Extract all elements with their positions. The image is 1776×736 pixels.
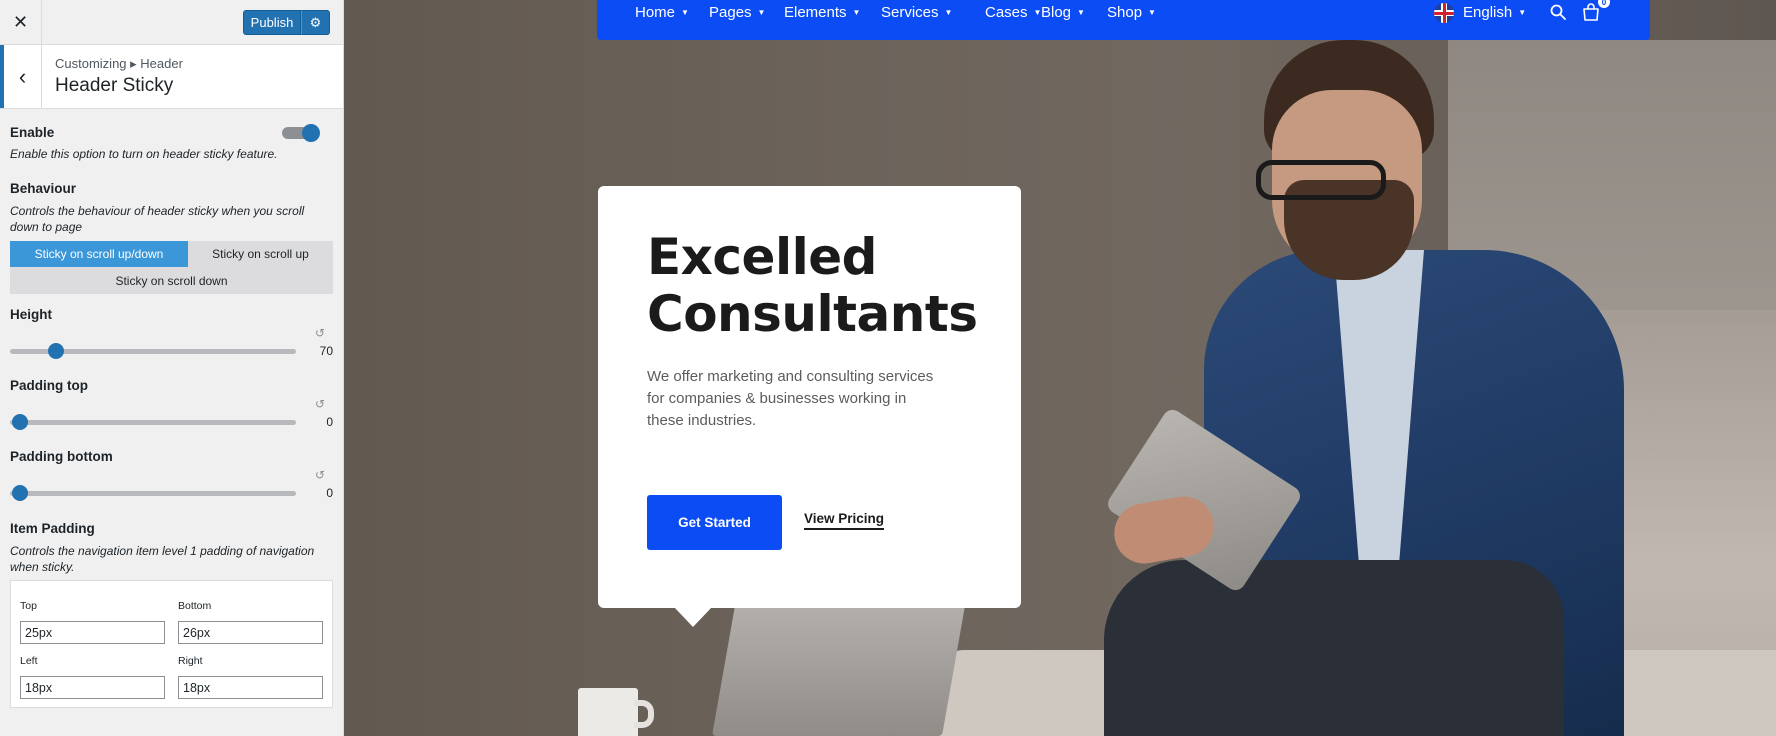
behaviour-label: Behaviour [10, 181, 77, 196]
uk-flag-icon[interactable] [1434, 3, 1454, 23]
slider-thumb[interactable] [48, 343, 64, 359]
caret-down-icon: ▼ [852, 8, 861, 17]
padding-top-reset-icon[interactable]: ↺ [315, 397, 325, 411]
language-label: English [1463, 4, 1513, 21]
behaviour-option-scroll-down[interactable]: Sticky on scroll down [10, 268, 333, 294]
close-icon[interactable]: ✕ [0, 0, 42, 45]
background-laptop [712, 600, 966, 736]
height-reset-icon[interactable]: ↺ [315, 326, 325, 340]
item-padding-top-input[interactable] [20, 621, 165, 644]
site-preview: Home ▼ Pages ▼ Elements ▼ Services ▼ Cases ▼ … [344, 0, 1776, 736]
hero-card: Excelled Consultants We offer marketing … [598, 186, 1021, 608]
background-mug [578, 688, 638, 736]
padding-top-slider[interactable] [10, 414, 296, 430]
padding-bottom-value: 0 [326, 486, 333, 500]
nav-item-label: Pages [709, 4, 752, 21]
customizer-sidebar: ✕ Publish ⚙ ‹ Customizing ▸ Header Heade… [0, 0, 344, 736]
toggle-knob [302, 124, 320, 142]
language-switcher[interactable]: English ▼ [1463, 4, 1526, 21]
caret-down-icon: ▼ [944, 8, 953, 17]
nav-item-shop[interactable]: Shop ▼ [1107, 4, 1156, 21]
behaviour-option-scroll-up[interactable]: Sticky on scroll up [188, 241, 333, 267]
hero-title: Excelled Consultants [647, 229, 1007, 343]
view-pricing-link[interactable]: View Pricing [804, 511, 885, 530]
get-started-button[interactable]: Get Started [647, 495, 782, 550]
slider-rail [10, 420, 296, 425]
padding-bottom-label: Padding bottom [10, 449, 113, 464]
height-slider[interactable] [10, 343, 296, 359]
hero-title-line-1: Excelled [647, 228, 877, 286]
section-header: ‹ Customizing ▸ Header Header Sticky [0, 45, 343, 109]
nav-item-elements[interactable]: Elements ▼ [784, 4, 860, 21]
nav-item-label: Blog [1041, 4, 1072, 21]
item-padding-left-input[interactable] [20, 676, 165, 699]
item-padding-right-input[interactable] [178, 676, 323, 699]
publish-button[interactable]: Publish [243, 10, 301, 35]
hero-title-line-2: Consultants [647, 285, 978, 343]
hero-card-pointer [674, 607, 712, 627]
item-padding-bottom-input[interactable] [178, 621, 323, 644]
man-glasses [1256, 160, 1386, 200]
slider-rail [10, 491, 296, 496]
behaviour-description: Controls the behaviour of header sticky … [10, 204, 305, 234]
caret-down-icon: ▼ [1518, 8, 1527, 17]
caret-down-icon: ▼ [681, 8, 689, 17]
padding-top-value: 0 [326, 415, 333, 429]
behaviour-segmented-control: Sticky on scroll up/down Sticky on scrol… [10, 241, 333, 294]
caret-down-icon: ▼ [1148, 8, 1156, 17]
cart-count-badge: 0 [1598, 0, 1610, 8]
padding-top-field-label: Top [20, 600, 37, 612]
height-label: Height [10, 307, 52, 322]
nav-item-pages[interactable]: Pages ▼ [709, 4, 765, 21]
nav-item-blog[interactable]: Blog ▼ [1041, 4, 1085, 21]
enable-label: Enable [10, 125, 55, 140]
customizer-header: ✕ Publish ⚙ [0, 0, 343, 45]
behaviour-option-scroll-up-down[interactable]: Sticky on scroll up/down [10, 241, 188, 267]
main-navigation: Home ▼ Pages ▼ Elements ▼ Services ▼ Cases ▼ … [597, 0, 1650, 40]
nav-item-label: Home [635, 4, 676, 21]
cart-icon[interactable] [1582, 3, 1600, 21]
padding-left-field-label: Left [20, 655, 38, 667]
gear-icon[interactable]: ⚙ [301, 10, 330, 35]
back-arrow-icon[interactable]: ‹ [0, 45, 42, 108]
padding-right-field-label: Right [178, 655, 203, 667]
enable-toggle[interactable] [282, 124, 320, 142]
caret-down-icon: ▼ [1077, 8, 1085, 17]
breadcrumb: Customizing ▸ Header [55, 56, 183, 71]
slider-thumb[interactable] [12, 414, 28, 430]
slider-thumb[interactable] [12, 485, 28, 501]
item-padding-label: Item Padding [10, 521, 95, 536]
nav-item-home[interactable]: Home ▼ [635, 4, 689, 21]
item-padding-box: Top Bottom Left Right [10, 580, 333, 708]
nav-item-label: Cases [985, 4, 1028, 21]
nav-item-cases[interactable]: Cases ▼ [985, 4, 1041, 21]
height-value: 70 [319, 344, 333, 358]
background-mug-handle [634, 700, 654, 728]
search-icon[interactable] [1550, 4, 1566, 20]
man-legs [1104, 560, 1564, 736]
enable-description: Enable this option to turn on header sti… [10, 147, 278, 161]
padding-bottom-slider[interactable] [10, 485, 296, 501]
hero-description: We offer marketing and consulting servic… [647, 368, 934, 429]
nav-item-label: Elements [784, 4, 847, 21]
padding-bottom-field-label: Bottom [178, 600, 212, 612]
nav-item-label: Services [881, 4, 939, 21]
section-title: Header Sticky [55, 75, 174, 96]
caret-down-icon: ▼ [757, 8, 766, 17]
padding-bottom-reset-icon[interactable]: ↺ [315, 468, 325, 482]
padding-top-label: Padding top [10, 378, 88, 393]
item-padding-description: Controls the navigation item level 1 pad… [10, 544, 315, 574]
nav-item-label: Shop [1107, 4, 1143, 21]
nav-item-services[interactable]: Services ▼ [881, 4, 952, 21]
